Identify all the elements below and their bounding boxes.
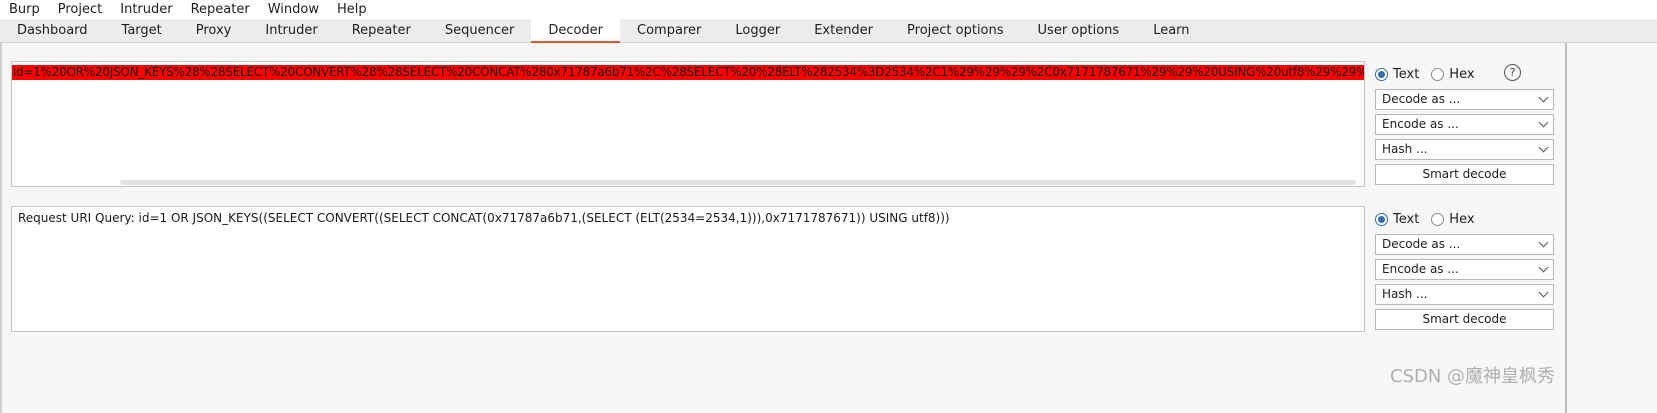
decode-as-select[interactable]: Decode as ... xyxy=(1375,234,1554,255)
smart-decode-button[interactable]: Smart decode xyxy=(1375,164,1554,185)
tab-comparer[interactable]: Comparer xyxy=(620,19,718,42)
hex-radio[interactable] xyxy=(1431,67,1445,81)
horizontal-scrollbar[interactable] xyxy=(120,180,1356,185)
tab-proxy[interactable]: Proxy xyxy=(179,19,249,42)
menu-repeater[interactable]: Repeater xyxy=(182,0,259,19)
decoded-output-text[interactable]: Request URI Query: id=1 OR JSON_KEYS((SE… xyxy=(18,211,950,226)
decoder-output-editor[interactable]: Request URI Query: id=1 OR JSON_KEYS((SE… xyxy=(11,206,1365,332)
hash-select[interactable]: Hash ... xyxy=(1375,284,1554,305)
text-radio-label[interactable]: Text xyxy=(1393,67,1419,82)
tool-tab-bar: Dashboard Target Proxy Intruder Repeater… xyxy=(0,19,1657,43)
hex-radio-label[interactable]: Hex xyxy=(1449,212,1474,227)
text-radio-label[interactable]: Text xyxy=(1393,212,1419,227)
chevron-down-icon xyxy=(1538,287,1549,298)
hash-label: Hash ... xyxy=(1382,287,1428,301)
menu-window[interactable]: Window xyxy=(259,0,328,19)
decoder-controls-1: Text Hex ? Decode as ... Encode as ... H… xyxy=(1375,63,1555,185)
chevron-down-icon xyxy=(1538,237,1549,248)
tab-project-options[interactable]: Project options xyxy=(890,19,1021,42)
format-radio-group: Text Hex xyxy=(1375,208,1555,230)
encoded-input-text[interactable]: id=1%20OR%20JSON_KEYS%28%28SELECT%20CONV… xyxy=(12,65,1364,80)
chevron-down-icon xyxy=(1538,142,1549,153)
text-radio[interactable] xyxy=(1375,212,1388,226)
decode-as-label: Decode as ... xyxy=(1382,92,1461,106)
tab-decoder[interactable]: Decoder xyxy=(531,19,621,43)
menu-bar: Burp Project Intruder Repeater Window He… xyxy=(0,0,1657,19)
help-icon[interactable]: ? xyxy=(1504,64,1521,81)
decoder-input-editor[interactable]: id=1%20OR%20JSON_KEYS%28%28SELECT%20CONV… xyxy=(11,61,1365,187)
menu-intruder[interactable]: Intruder xyxy=(111,0,181,19)
watermark: CSDN @魔神皇枫秀 xyxy=(1390,366,1556,387)
tab-intruder[interactable]: Intruder xyxy=(248,19,334,42)
smart-decode-button[interactable]: Smart decode xyxy=(1375,309,1554,330)
hex-radio-label[interactable]: Hex xyxy=(1449,67,1474,82)
chevron-down-icon xyxy=(1538,117,1549,128)
tab-logger[interactable]: Logger xyxy=(718,19,797,42)
menu-project[interactable]: Project xyxy=(49,0,111,19)
decode-as-select[interactable]: Decode as ... xyxy=(1375,89,1554,110)
hash-select[interactable]: Hash ... xyxy=(1375,139,1554,160)
tab-learn[interactable]: Learn xyxy=(1136,19,1206,42)
hex-radio[interactable] xyxy=(1431,212,1445,226)
chevron-down-icon xyxy=(1538,262,1549,273)
decode-as-label: Decode as ... xyxy=(1382,237,1461,251)
encode-as-select[interactable]: Encode as ... xyxy=(1375,259,1554,280)
tab-extender[interactable]: Extender xyxy=(797,19,890,42)
tab-user-options[interactable]: User options xyxy=(1021,19,1137,42)
encode-as-label: Encode as ... xyxy=(1382,262,1459,276)
right-divider xyxy=(1565,43,1567,413)
tab-target[interactable]: Target xyxy=(105,19,179,42)
tab-dashboard[interactable]: Dashboard xyxy=(0,19,105,42)
menu-burp[interactable]: Burp xyxy=(0,0,49,19)
format-radio-group: Text Hex ? xyxy=(1375,63,1555,85)
encode-as-label: Encode as ... xyxy=(1382,117,1459,131)
tab-repeater[interactable]: Repeater xyxy=(335,19,428,42)
chevron-down-icon xyxy=(1538,92,1549,103)
decoder-controls-2: Text Hex Decode as ... Encode as ... Has… xyxy=(1375,208,1555,330)
menu-help[interactable]: Help xyxy=(328,0,376,19)
left-border xyxy=(0,43,2,413)
encode-as-select[interactable]: Encode as ... xyxy=(1375,114,1554,135)
hash-label: Hash ... xyxy=(1382,142,1428,156)
text-radio[interactable] xyxy=(1375,67,1388,81)
tab-sequencer[interactable]: Sequencer xyxy=(428,19,531,42)
